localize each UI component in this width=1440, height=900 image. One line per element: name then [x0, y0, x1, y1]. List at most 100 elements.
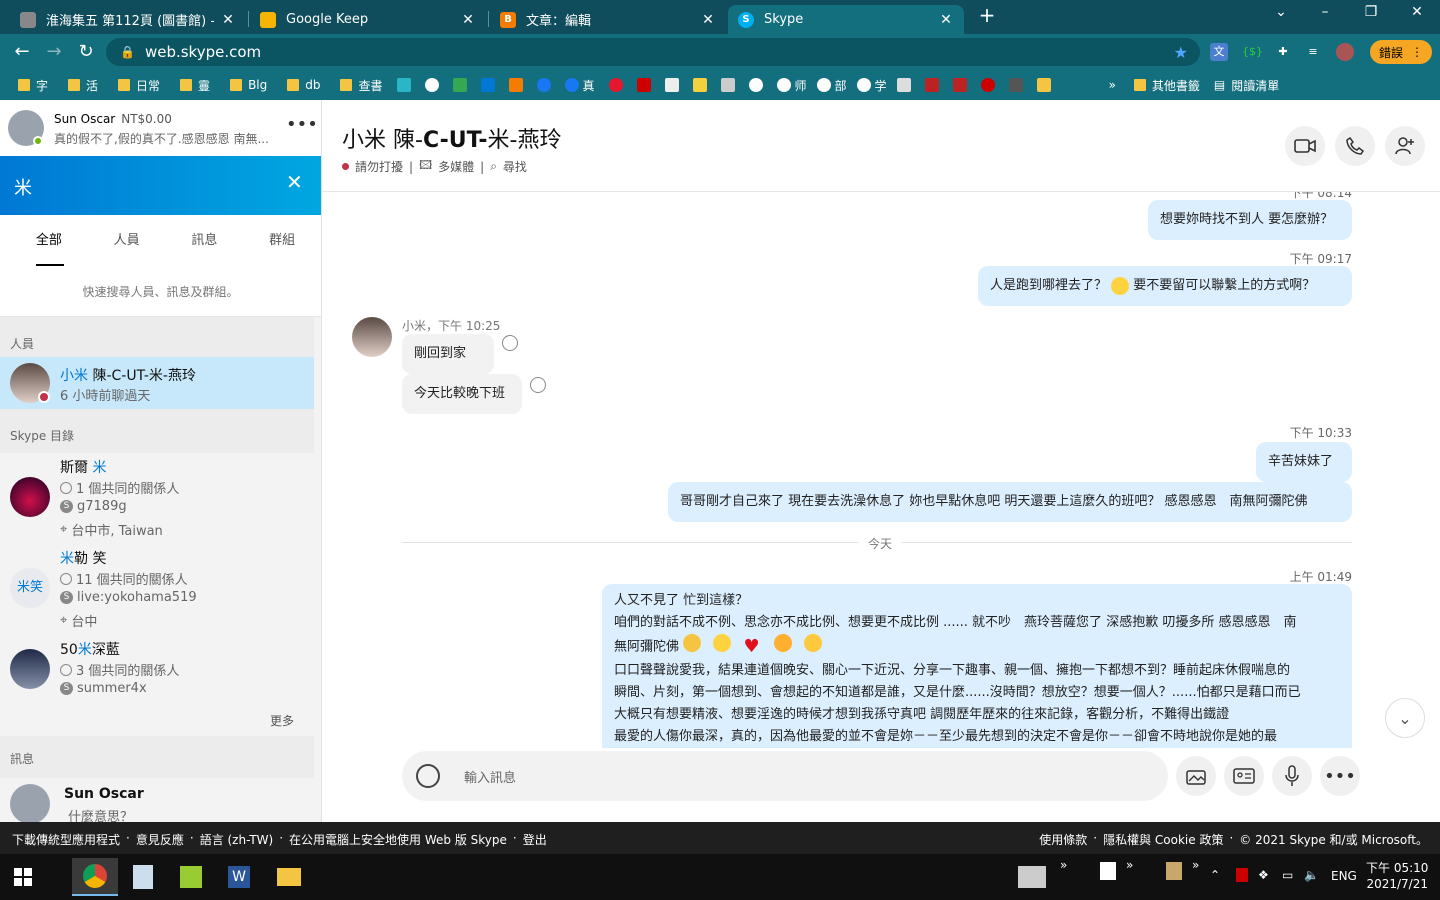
bookmark-site[interactable] [980, 78, 999, 92]
avatar[interactable] [352, 317, 392, 357]
explorer-taskbar-button[interactable] [266, 858, 312, 896]
toolbar-chevron-icon[interactable]: » [1060, 858, 1067, 872]
list-item[interactable]: 小米 陳-C-UT-米-燕玲 6 小時前聊過天 [0, 357, 314, 409]
bookmark-site[interactable]: 师 [776, 77, 807, 94]
tab-messages[interactable]: 訊息 [166, 215, 244, 265]
chrome-taskbar-button[interactable] [72, 858, 118, 896]
bookmark-site[interactable] [424, 78, 443, 92]
bookmark-folder[interactable]: 查書 [340, 77, 383, 94]
add-reaction-icon[interactable] [530, 377, 546, 393]
search-bar[interactable]: 米 ✕ [0, 156, 321, 215]
video-call-button[interactable] [1285, 126, 1325, 166]
sent-message[interactable]: 人又不見了 忙到這樣？ 咱們的對話不成不例、思念亦不成比例、想要更不成比例 ..… [602, 584, 1352, 748]
bookmark-site[interactable] [692, 78, 711, 92]
price-extension-icon[interactable]: {$} [1242, 43, 1263, 61]
find-link[interactable]: 尋找 [503, 158, 527, 175]
search-icon[interactable]: ⌕ [490, 159, 497, 174]
other-bookmarks[interactable]: 其他書籤 [1133, 77, 1200, 94]
sent-message[interactable]: 想要妳時找不到人 要怎麼辦？ [1148, 200, 1352, 240]
bookmark-folder[interactable]: 霻 [180, 77, 210, 94]
scroll-to-bottom-button[interactable]: ⌄ [1385, 698, 1425, 738]
tray-app-icon[interactable] [1018, 866, 1046, 888]
translate-icon[interactable]: 文 [1210, 43, 1228, 61]
bookmark-folder[interactable]: 活 [68, 77, 98, 94]
close-tab-icon[interactable]: ✕ [220, 12, 236, 28]
more-results-link[interactable]: 更多 [270, 712, 294, 729]
bookmark-site[interactable]: 真 [564, 77, 595, 94]
bookmark-folder[interactable]: db [287, 78, 320, 92]
share-media-button[interactable] [1176, 756, 1216, 796]
error-button[interactable]: 錯誤 ⋮ [1370, 40, 1432, 64]
system-clock[interactable]: 下午 05:10 2021/7/21 [1366, 860, 1428, 892]
tray-book-icon[interactable] [1166, 862, 1182, 880]
add-people-button[interactable] [1385, 126, 1425, 166]
send-contact-button[interactable] [1224, 756, 1264, 796]
close-tab-icon[interactable]: ✕ [460, 12, 476, 28]
bookmark-site[interactable] [608, 78, 627, 92]
tab-all[interactable]: 全部 [10, 215, 88, 266]
toolbar-chevron-icon[interactable]: » [1126, 858, 1133, 872]
sent-message[interactable]: 辛苦妹妹了 [1256, 442, 1352, 482]
bookmark-site[interactable] [664, 78, 683, 92]
privacy-link[interactable]: 隱私權與 Cookie 政策 [1103, 831, 1223, 848]
voice-message-button[interactable] [1272, 756, 1312, 796]
bookmark-site[interactable] [636, 78, 655, 92]
received-message[interactable]: 剛回到家 [402, 334, 494, 374]
close-window-icon[interactable]: ✕ [1402, 4, 1432, 20]
list-item[interactable]: 米笑 米勒 笑 11 個共同的關係人 Slive:yokohama519 ⌖ 台中 [0, 544, 314, 630]
received-message[interactable]: 今天比較晚下班 [402, 374, 522, 414]
bookmark-folder[interactable]: 字 [18, 77, 48, 94]
bookmark-site[interactable] [452, 78, 471, 92]
extensions-puzzle-icon[interactable]: ✚ [1274, 43, 1292, 61]
feedback-link[interactable]: 意見反應 [136, 831, 184, 848]
tab-people[interactable]: 人員 [88, 215, 166, 265]
bookmark-site[interactable] [480, 78, 499, 92]
sent-message[interactable]: 哥哥剛才自己來了 現在要去洗澡休息了 妳也早點休息吧 明天還要上這麼久的班吧？ … [668, 482, 1352, 522]
more-actions-icon[interactable]: ••• [1320, 756, 1360, 796]
download-app-link[interactable]: 下載傳統型應用程式 [12, 831, 120, 848]
message-result[interactable]: Sun Oscar 什麼意思？ [0, 778, 314, 825]
close-tab-icon[interactable]: ✕ [938, 12, 954, 28]
bookmark-site[interactable] [508, 78, 527, 92]
bookmark-site[interactable] [536, 78, 555, 92]
bookmark-folder[interactable]: 日常 [118, 77, 160, 94]
more-bookmarks-icon[interactable]: » [1109, 78, 1116, 92]
list-item[interactable]: 50米深藍 3 個共同的關係人 Ssummer4x [0, 635, 314, 705]
start-button[interactable] [0, 858, 46, 896]
editor-taskbar-button[interactable] [168, 858, 214, 896]
credit-balance[interactable]: NT$0.00 [121, 112, 172, 126]
back-icon[interactable]: ← [10, 40, 34, 64]
volume-icon[interactable]: 🔈 [1304, 868, 1319, 882]
network-icon[interactable]: ▭ [1282, 868, 1293, 882]
message-composer[interactable]: 輸入訊息 [402, 751, 1168, 801]
tab-huaihai[interactable]: 淮海集五 第112頁 (圖書館) - 中國... ✕ [10, 5, 246, 34]
conversation-title[interactable]: 小米 陳-C-UT-米-燕玲 [342, 122, 561, 154]
bookmark-site[interactable] [896, 78, 915, 92]
bookmark-folder[interactable]: Blg [230, 78, 267, 92]
media-link[interactable]: 多媒體 [438, 158, 474, 175]
gallery-icon[interactable]: 🖾 [419, 156, 432, 177]
bookmark-site[interactable] [924, 78, 943, 92]
input-language[interactable]: ENG [1331, 869, 1357, 883]
tab-google-keep[interactable]: Google Keep ✕ [250, 5, 486, 34]
word-taskbar-button[interactable]: W [216, 858, 262, 896]
tab-search-icon[interactable]: ⌄ [1266, 4, 1296, 20]
bookmark-site[interactable] [1008, 78, 1027, 92]
bookmark-star-icon[interactable]: ★ [1174, 43, 1188, 62]
show-hidden-icons[interactable]: ⌃ [1210, 868, 1220, 882]
reading-list[interactable]: ▤ 閱讀清單 [1214, 77, 1279, 94]
tab-groups[interactable]: 群組 [243, 215, 321, 265]
close-tab-icon[interactable]: ✕ [700, 12, 716, 28]
message-input[interactable]: 輸入訊息 [464, 767, 516, 786]
sign-out-link[interactable]: 登出 [523, 831, 547, 848]
close-search-icon[interactable]: ✕ [286, 170, 303, 194]
emoji-picker-icon[interactable] [416, 764, 440, 788]
bookmark-site[interactable] [748, 78, 767, 92]
tray-doc-icon[interactable] [1100, 862, 1116, 880]
bookmark-site[interactable] [396, 78, 415, 92]
address-bar[interactable]: 🔒 web.skype.com ★ [106, 38, 1200, 66]
minimize-icon[interactable]: – [1310, 4, 1340, 20]
list-item[interactable]: 斯爾 米 1 個共同的關係人 Sg7189g ⌖ 台中市, Taiwan [0, 453, 314, 539]
bookmark-site[interactable] [1036, 78, 1055, 92]
tab-blog-edit[interactable]: B 文章：編輯 ✕ [490, 5, 726, 34]
